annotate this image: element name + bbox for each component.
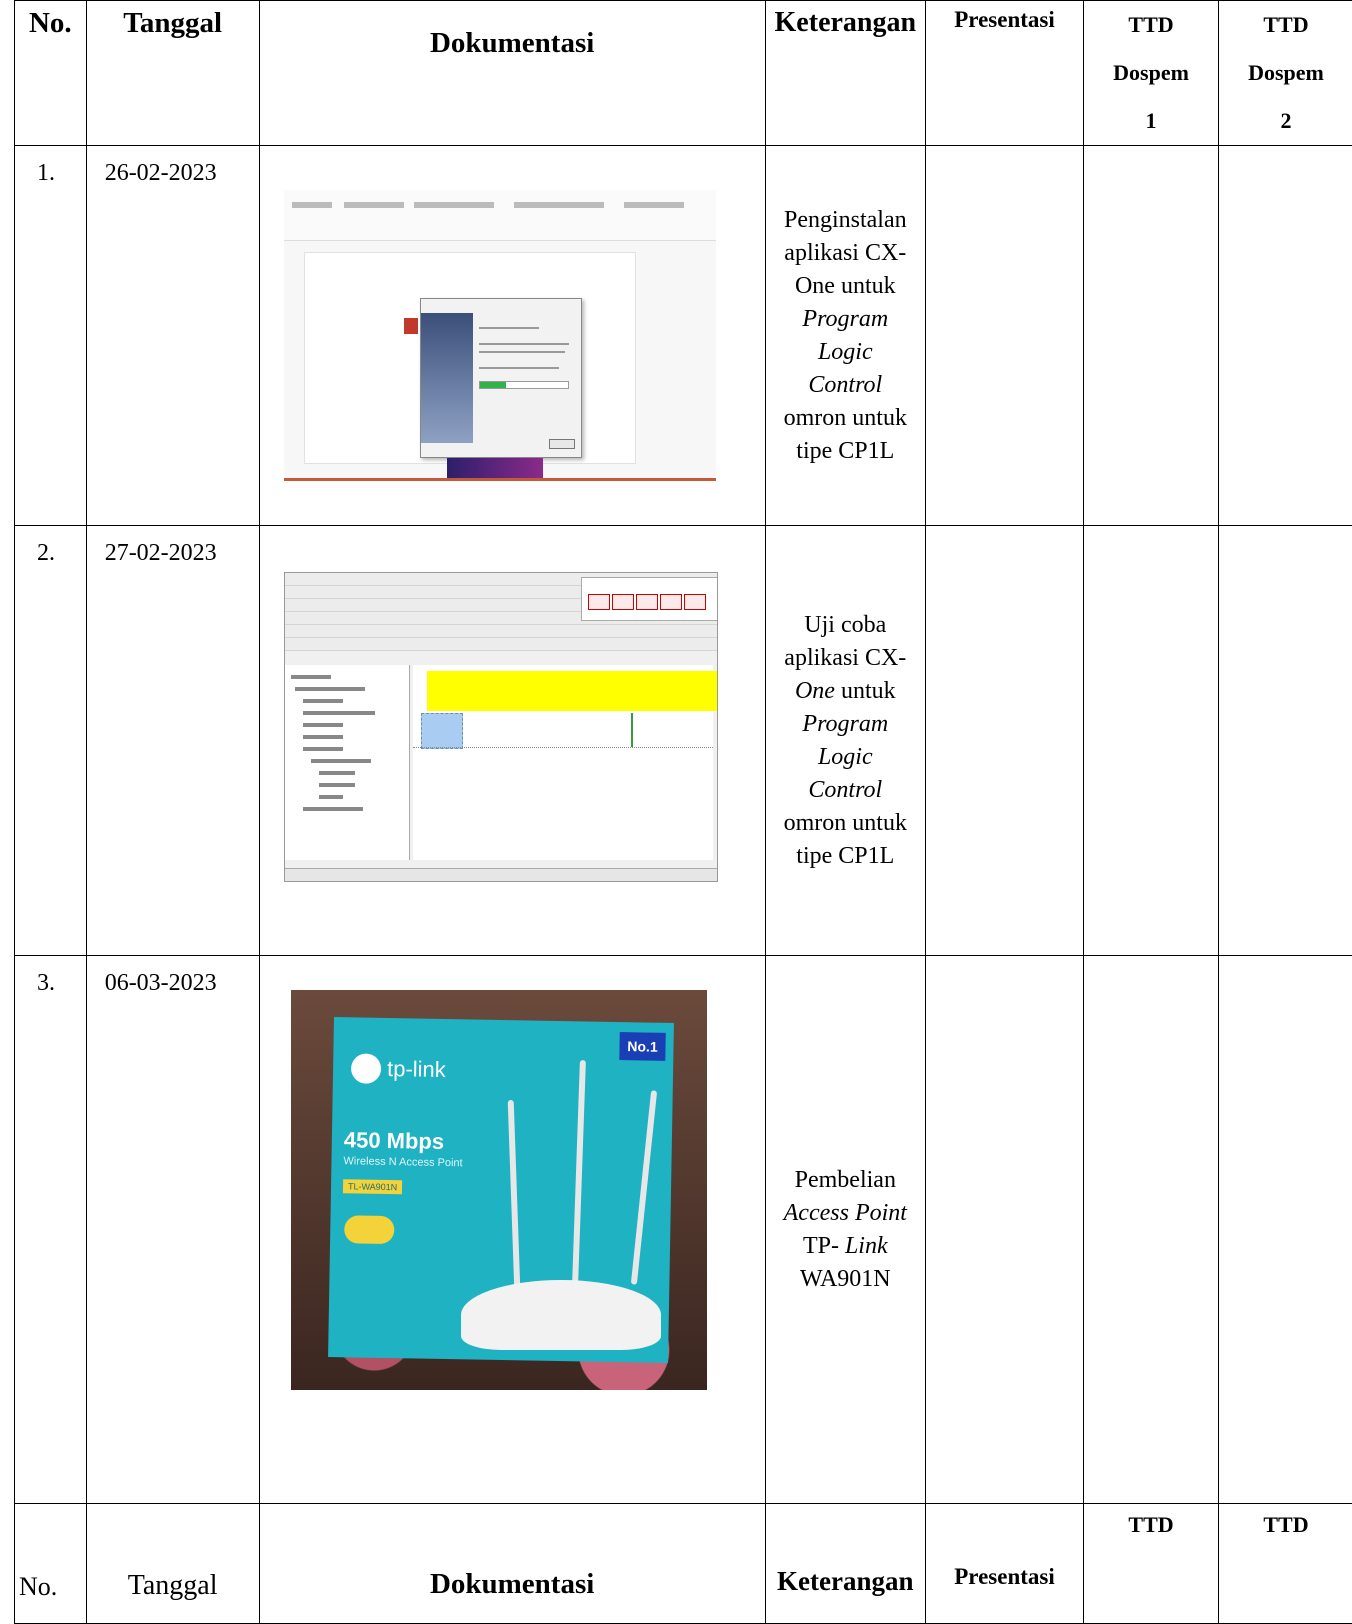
description-line: Program [766,708,925,741]
description-line: Program [766,303,925,336]
omron-banner [447,458,543,478]
logbook-table: No. Tanggal Dokumentasi Keterangan Prese… [14,0,1352,1624]
ribbon-bar [284,190,716,241]
row-date: 26-02-2023 [86,146,259,526]
footer-ttd2: TTD [1219,1504,1352,1624]
presentasi-cell [925,146,1083,526]
table-row: 2. 27-02-2023 [15,526,1352,956]
palette-window [581,577,718,621]
description-line: omron untuk [766,807,925,840]
presentasi-cell [925,526,1083,956]
header-ttd1-line3: 1 [1084,97,1218,145]
footer-ttd1: TTD [1084,1504,1219,1624]
documentation-cell: tp-link No.1 450 Mbps Wireless N Access … [259,956,765,1504]
footer-tanggal: Tanggal [86,1504,259,1624]
header-ttd1-line2: Dospem [1084,49,1218,97]
description-line: One untuk [766,270,925,303]
power-rail [631,713,633,747]
installer-banner [421,313,473,443]
description-line: One untuk [766,675,925,708]
table-row: 3. 06-03-2023 tp-link No.1 450 Mbps Wire… [15,956,1352,1504]
header-tanggal: Tanggal [86,1,259,146]
model-tag: TL-WA901N [343,1179,402,1194]
row-number: 3. [15,956,87,1504]
description-line: TP- Link [766,1230,925,1263]
ttd1-cell [1084,526,1219,956]
ttd2-cell [1219,146,1352,526]
header-row: No. Tanggal Dokumentasi Keterangan Prese… [15,1,1352,146]
cancel-button [549,439,575,449]
row-description: Penginstalanaplikasi CX-One untukProgram… [765,146,925,526]
program-header-bar [427,671,718,711]
description-line: WA901N [766,1263,925,1296]
rung-cursor [421,713,463,749]
status-bar [285,868,717,881]
table-row: 1. 26-02-2023 [15,146,1352,526]
presentasi-cell [925,956,1083,1504]
ttd2-cell [1219,956,1352,1504]
row-number: 1. [15,146,87,526]
header-dokumentasi: Dokumentasi [259,1,765,146]
header-ttd2-line3: 2 [1219,97,1352,145]
description-line: Logic [766,741,925,774]
row-date: 27-02-2023 [86,526,259,956]
screenshot-cx-programmer [284,572,718,882]
documentation-cell [259,526,765,956]
description-line: Access Point [766,1197,925,1230]
description-line: Logic [766,336,925,369]
header-ttd1-line1: TTD [1084,1,1218,49]
description-line: Control [766,369,925,402]
brand-text: tp-link [386,1056,445,1083]
speed-text: 450 Mbps [343,1127,444,1155]
install-progress-bar [479,381,569,389]
ttd2-cell [1219,526,1352,956]
header-ttd2-line2: Dospem [1219,49,1352,97]
description-line: omron untuk [766,402,925,435]
no1-badge: No.1 [619,1032,665,1061]
footer-keterangan: Keterangan [765,1504,925,1624]
ttd1-cell [1084,146,1219,526]
installer-dialog [420,298,582,458]
footer-dokumentasi: Dokumentasi [259,1504,765,1624]
documentation-cell [259,146,765,526]
description-line: aplikasi CX- [766,237,925,270]
ladder-editor [413,665,713,860]
description-line: Penginstalan [766,204,925,237]
description-line: aplikasi CX- [766,642,925,675]
photo-access-point-box: tp-link No.1 450 Mbps Wireless N Access … [291,990,707,1390]
description-line: tipe CP1L [766,840,925,873]
router-body [461,1280,661,1350]
description-line: tipe CP1L [766,435,925,468]
header-keterangan: Keterangan [765,1,925,146]
ttd1-cell [1084,956,1219,1504]
footer-presentasi: Presentasi [925,1504,1083,1624]
subtitle-text: Wireless N Access Point [343,1155,462,1169]
row-number: 2. [15,526,87,956]
screenshot-installer [284,190,716,481]
footer-header-row: No. Tanggal Dokumentasi Keterangan Prese… [15,1504,1352,1624]
feature-badge [344,1215,394,1244]
row-date: 06-03-2023 [86,956,259,1504]
description-line: Control [766,774,925,807]
header-presentasi: Presentasi [925,1,1083,146]
header-ttd-dospem-1: TTD Dospem 1 [1084,1,1219,146]
header-ttd-dospem-2: TTD Dospem 2 [1219,1,1352,146]
description-line: Pembelian [766,1164,925,1197]
description-line: Uji coba [766,609,925,642]
project-tree [285,665,410,860]
footer-no: No. [15,1504,87,1624]
row-description: Uji cobaaplikasi CX-One untukProgramLogi… [765,526,925,956]
slide-title-mark [404,318,418,334]
row-description: PembelianAccess PointTP- LinkWA901N [765,956,925,1504]
tp-link-logo-icon [350,1053,381,1084]
header-no: No. [15,1,87,146]
header-ttd2-line1: TTD [1219,1,1352,49]
